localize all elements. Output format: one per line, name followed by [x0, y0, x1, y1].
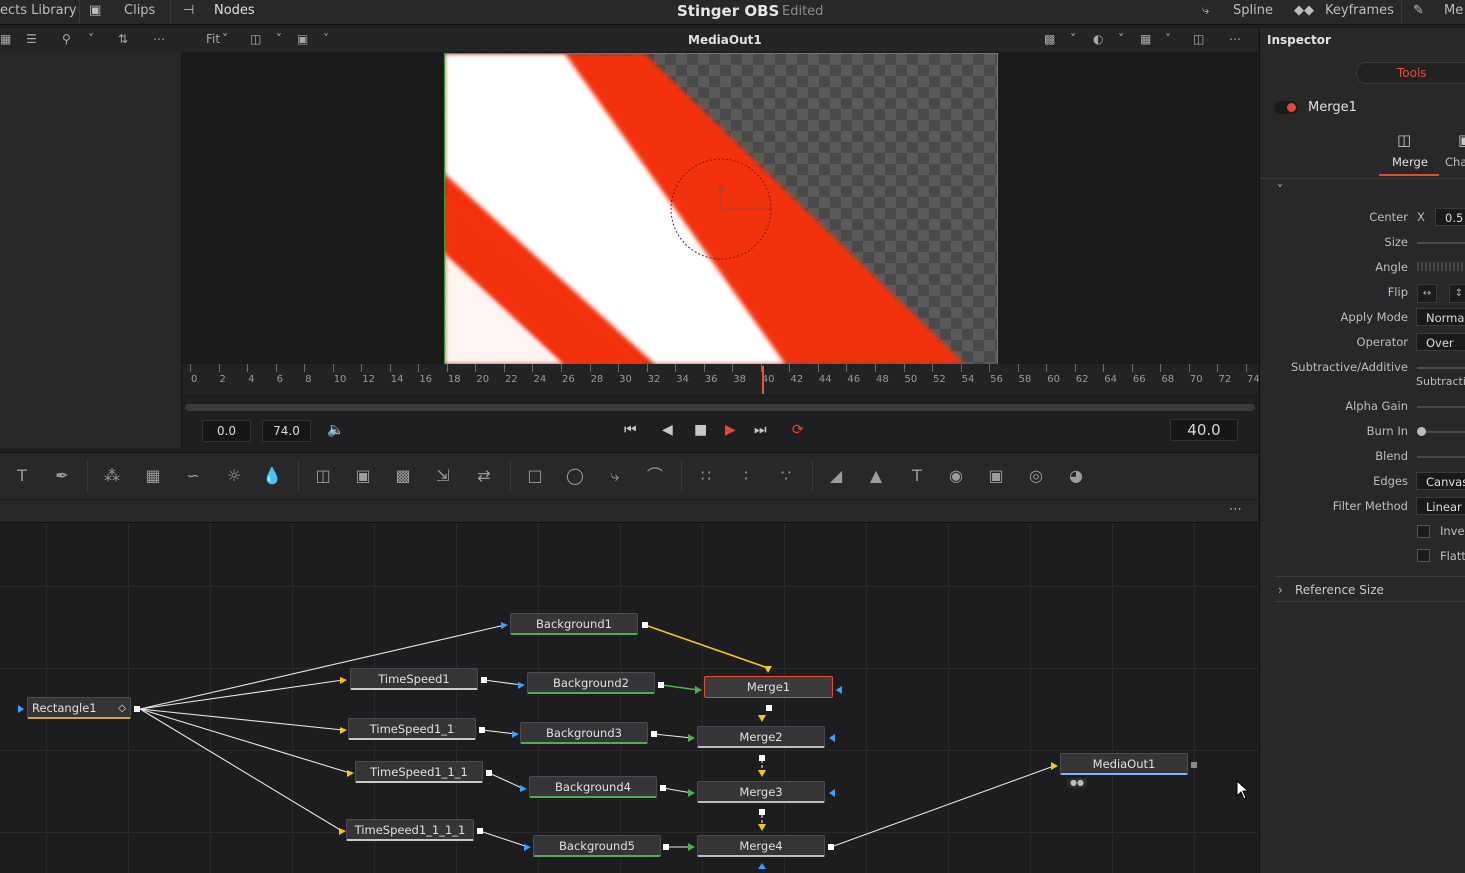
- center-x-field[interactable]: 0.5: [1435, 208, 1465, 226]
- tools-tab[interactable]: Tools: [1397, 66, 1427, 80]
- divider: [1274, 576, 1465, 577]
- reference-size-section[interactable]: Reference Size: [1295, 583, 1384, 597]
- node-background2[interactable]: Background2: [527, 672, 655, 694]
- angle-label: Angle: [1375, 260, 1408, 274]
- node-timespeed1[interactable]: TimeSpeed1: [350, 668, 478, 690]
- toggle-dot: [1287, 103, 1296, 112]
- blend-label: Blend: [1375, 449, 1408, 463]
- flatten-label: Flatte: [1440, 549, 1465, 563]
- angle-dial[interactable]: [1417, 262, 1465, 271]
- channels-tab[interactable]: Cha: [1445, 155, 1465, 169]
- size-label: Size: [1384, 235, 1408, 249]
- collapse-chevron-icon[interactable]: ˅: [1277, 183, 1283, 197]
- merge-tab[interactable]: Merge: [1392, 155, 1428, 169]
- node-timespeed1-1[interactable]: TimeSpeed1_1: [348, 718, 476, 740]
- edges-label: Edges: [1373, 474, 1408, 488]
- node-mediaout1[interactable]: MediaOut1: [1060, 753, 1188, 775]
- node-merge4[interactable]: Merge4: [697, 835, 825, 857]
- flip-vertical-icon[interactable]: ↕: [1449, 284, 1465, 303]
- active-tab-indicator: [1379, 174, 1439, 176]
- keyframes-tab[interactable]: Keyframes: [1325, 3, 1394, 18]
- node-background1[interactable]: Background1: [510, 613, 638, 635]
- divider: [1260, 178, 1465, 179]
- expand-chevron-icon[interactable]: ›: [1278, 583, 1283, 597]
- edges-select[interactable]: Canvas: [1416, 472, 1465, 490]
- operator-label: Operator: [1356, 335, 1408, 349]
- node-merge3[interactable]: Merge3: [697, 781, 825, 803]
- burn-in-label: Burn In: [1366, 424, 1408, 438]
- center-x-label: X: [1417, 210, 1425, 224]
- flatten-checkbox[interactable]: [1417, 549, 1430, 562]
- keyframe-icon: ◇: [118, 703, 126, 714]
- blend-slider[interactable]: [1417, 456, 1465, 458]
- node-background3[interactable]: Background3: [520, 722, 648, 744]
- subtractive-caption: Subtractiv: [1416, 375, 1465, 388]
- divider: [1401, 0, 1402, 24]
- apply-mode-select[interactable]: Normal: [1416, 308, 1465, 326]
- node-timespeed1-1-1[interactable]: TimeSpeed1_1_1: [355, 761, 483, 783]
- mouse-cursor: [1236, 779, 1250, 800]
- view-indicator-icon[interactable]: ●●: [1067, 778, 1087, 788]
- filter-method-select[interactable]: Linear: [1416, 497, 1465, 515]
- operator-select[interactable]: Over: [1416, 333, 1465, 351]
- flip-label: Flip: [1387, 285, 1408, 299]
- invert-label: Inver: [1440, 524, 1465, 538]
- burn-in-handle[interactable]: [1417, 427, 1426, 436]
- node-label: Rectangle1: [32, 701, 97, 715]
- merge-tab-icon[interactable]: ◫: [1397, 131, 1411, 149]
- subtractive-additive-label: Subtractive/Additive: [1291, 360, 1408, 374]
- node-merge2[interactable]: Merge2: [697, 726, 825, 748]
- invert-checkbox[interactable]: [1417, 525, 1430, 538]
- inspector-title: Inspector: [1267, 33, 1331, 47]
- metadata-icon: ✎: [1413, 3, 1424, 18]
- divider: [1274, 601, 1465, 602]
- node-background4[interactable]: Background4: [529, 776, 657, 798]
- tools-tab-pill[interactable]: Tools: [1356, 62, 1465, 84]
- node-rectangle1[interactable]: Rectangle1 ◇: [27, 697, 131, 719]
- keyframes-icon: ◆◆: [1294, 3, 1314, 18]
- inspector-node-name: Merge1: [1308, 100, 1357, 115]
- node-enable-toggle[interactable]: [1274, 101, 1298, 114]
- channels-tab-icon[interactable]: ▣: [1458, 131, 1465, 149]
- alpha-gain-label: Alpha Gain: [1345, 399, 1408, 413]
- center-label: Center: [1369, 210, 1408, 224]
- inspector-panel: [1259, 28, 1465, 873]
- size-slider[interactable]: [1417, 242, 1465, 244]
- subtractive-additive-slider[interactable]: [1417, 367, 1465, 369]
- flip-horizontal-icon[interactable]: ↔: [1417, 284, 1437, 303]
- node-background5[interactable]: Background5: [533, 835, 661, 857]
- apply-mode-label: Apply Mode: [1340, 310, 1408, 324]
- alpha-gain-slider[interactable]: [1417, 406, 1465, 408]
- node-timespeed1-1-1-1[interactable]: TimeSpeed1_1_1_1: [346, 819, 474, 841]
- metadata-tab[interactable]: Me: [1444, 3, 1463, 18]
- node-merge1[interactable]: Merge1: [704, 676, 833, 698]
- filter-method-label: Filter Method: [1332, 499, 1408, 513]
